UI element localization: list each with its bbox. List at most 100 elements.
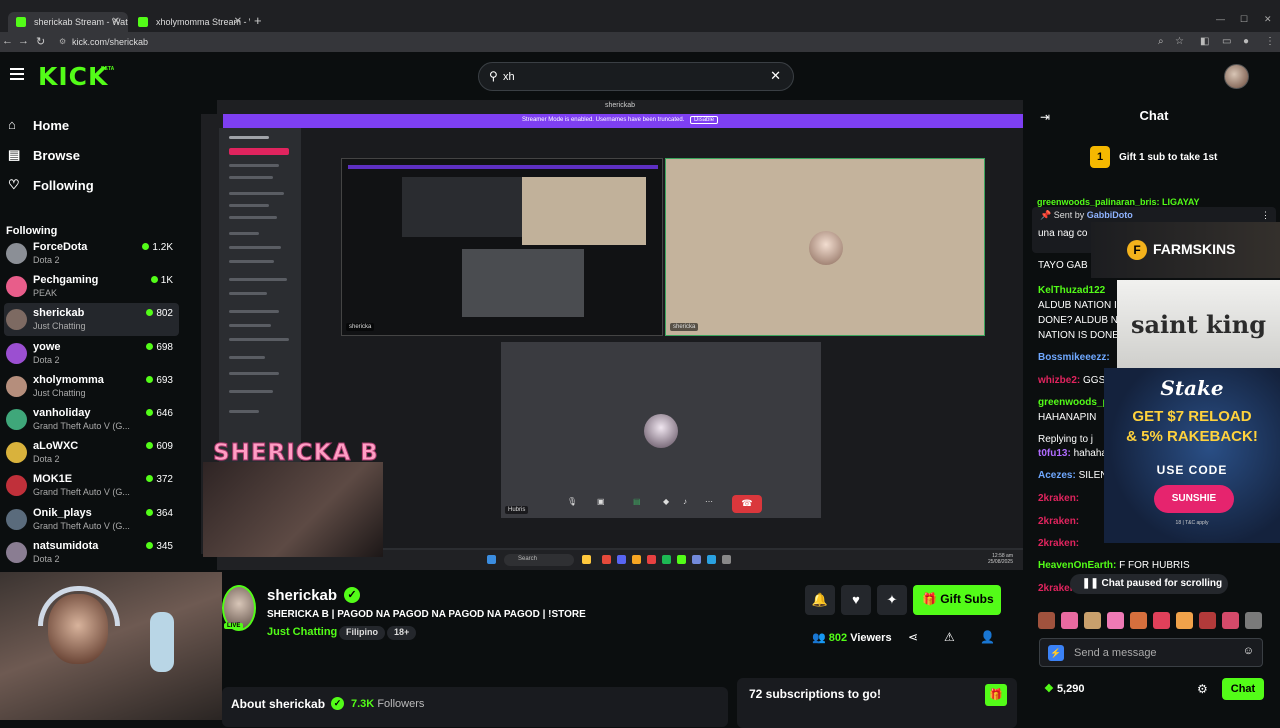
collapse-chat-icon[interactable]: ⇥: [1040, 110, 1050, 124]
browser-tab-sherickab[interactable]: sherickab Stream - Watch L ✕: [8, 12, 128, 32]
stake-ad[interactable]: Stake GET $7 RELOAD & 5% RAKEBACK! USE C…: [1104, 368, 1280, 543]
maximize-icon[interactable]: ☐: [1240, 14, 1248, 25]
emote[interactable]: [1061, 612, 1078, 629]
report-icon[interactable]: ⚠: [944, 630, 955, 644]
chat-message[interactable]: whizbe2: GGS: [1038, 375, 1105, 386]
chat-send-button[interactable]: Chat: [1222, 678, 1264, 700]
chat-message[interactable]: 2kraken:: [1038, 493, 1079, 504]
chat-message[interactable]: Bossmikeeezz:: [1038, 352, 1110, 363]
chat-text: SILEN: [1075, 470, 1108, 481]
sidebar-channel-yowe[interactable]: yowe Dota 2 698: [4, 337, 179, 370]
saint-king-ad[interactable]: saint king: [1117, 280, 1280, 368]
site-header: KICK BETA ⚲ ✕: [0, 52, 1280, 100]
sidebar-channel-natsumidota[interactable]: natsumidota Dota 2 345: [4, 536, 179, 569]
emoji-picker-icon[interactable]: ☺: [1243, 645, 1254, 657]
chat-message[interactable]: 2kraken:: [1038, 516, 1079, 527]
close-tab-icon[interactable]: ✕: [234, 16, 242, 27]
minimize-icon[interactable]: —: [1216, 14, 1225, 24]
sidepanel-icon[interactable]: ▭: [1222, 36, 1231, 47]
viewers-number: 345: [156, 540, 173, 552]
chat-message[interactable]: DONE? ALDUB NA: [1038, 315, 1125, 326]
chat-message[interactable]: HeavenOnEarth: F FOR HUBRIS: [1038, 560, 1190, 571]
sidebar-channel-sherickab[interactable]: sherickab Just Chatting 802: [4, 303, 179, 337]
tag-language[interactable]: Filipino: [339, 626, 385, 640]
sidebar-channel-forcedota[interactable]: ForceDota Dota 2 1.2K: [4, 237, 179, 270]
channel-points[interactable]: ❖ 5,290: [1044, 682, 1084, 695]
nav-browse[interactable]: ▤ Browse: [6, 143, 176, 169]
back-icon[interactable]: ←: [2, 35, 13, 47]
notifications-bell-button[interactable]: 🔔: [805, 585, 835, 615]
sidebar-channel-onik_plays[interactable]: Onik_plays Grand Theft Auto V (G... 364: [4, 503, 179, 536]
stake-code-button[interactable]: SUNSHIE: [1154, 485, 1234, 513]
menu-dots-icon[interactable]: ⋮: [1265, 36, 1275, 47]
sub-goal-gift-button[interactable]: 🎁: [985, 684, 1007, 706]
close-tab-icon[interactable]: ✕: [112, 16, 120, 27]
user-options-icon[interactable]: 👤: [980, 630, 995, 644]
sidebar-channel-pechgaming[interactable]: Pechgaming PEAK 1K: [4, 270, 179, 303]
address-bar[interactable]: ⚙ kick.com/sherickab: [56, 35, 1206, 50]
nav-home[interactable]: ⌂ Home: [6, 113, 176, 139]
chat-message[interactable]: ALDUB NATION IS: [1038, 300, 1123, 311]
search-input[interactable]: [503, 68, 763, 86]
chat-message[interactable]: HAHANAPIN: [1038, 412, 1096, 423]
chat-message[interactable]: NATION IS DONE?: [1038, 330, 1125, 341]
chat-message[interactable]: Replying to j: [1038, 434, 1093, 445]
nav-following[interactable]: ♡ Following: [6, 173, 176, 199]
chat-message[interactable]: greenwoods_p: [1038, 397, 1109, 408]
menu-icon[interactable]: [10, 68, 24, 80]
sidebar-channel-alowxc[interactable]: aLoWXC Dota 2 609: [4, 436, 179, 469]
channel-name[interactable]: sherickab: [267, 587, 337, 604]
chat-message[interactable]: TAYO GAB: [1038, 260, 1088, 271]
bookmark-star-icon[interactable]: ☆: [1175, 36, 1184, 47]
stream-player[interactable]: sherickab Streamer Mode is enabled. User…: [183, 100, 1028, 575]
emote[interactable]: [1107, 612, 1124, 629]
farmskins-logo-icon: F: [1127, 240, 1147, 260]
about-section: About sherickab ✓ 7.3K Followers: [222, 687, 728, 727]
gift-leaderboard-badge[interactable]: 1: [1090, 146, 1110, 168]
site-info-icon[interactable]: ⚙: [59, 37, 66, 46]
profile-icon[interactable]: ●: [1243, 36, 1249, 47]
emote[interactable]: [1038, 612, 1055, 629]
follow-heart-button[interactable]: ♥: [841, 585, 871, 615]
kick-logo[interactable]: KICK: [38, 62, 108, 91]
chat-input-box[interactable]: ⚡ ☺: [1039, 638, 1263, 667]
close-window-icon[interactable]: ✕: [1264, 14, 1272, 25]
chat-message[interactable]: KelThuzad122: [1038, 285, 1105, 296]
channel-name: yowe: [33, 340, 61, 353]
chat-message[interactable]: t0fu13: hahaha: [1038, 448, 1107, 459]
sidebar-channel-xholymomma[interactable]: xholymomma Just Chatting 693: [4, 370, 179, 403]
forward-icon[interactable]: →: [18, 35, 29, 47]
emote[interactable]: [1245, 612, 1262, 629]
emote[interactable]: [1222, 612, 1239, 629]
chat-message[interactable]: 2kraken:: [1038, 538, 1079, 549]
clear-search-icon[interactable]: ✕: [770, 68, 781, 84]
emote[interactable]: [1176, 612, 1193, 629]
extensions-icon[interactable]: ◧: [1200, 36, 1209, 47]
sidebar-channel-vanholiday[interactable]: vanholiday Grand Theft Auto V (G... 646: [4, 403, 179, 436]
chat-settings-icon[interactable]: ⚙: [1197, 682, 1208, 696]
emote[interactable]: [1199, 612, 1216, 629]
browser-tab-xholymomma[interactable]: xholymomma Stream - Watch L ✕: [130, 12, 250, 32]
farmskins-ad[interactable]: F FARMSKINS: [1091, 222, 1280, 278]
user-avatar[interactable]: [1224, 64, 1249, 89]
emote[interactable]: [1130, 612, 1147, 629]
stream-category-link[interactable]: Just Chatting: [267, 626, 337, 638]
zoom-icon[interactable]: ⌕: [1158, 36, 1164, 47]
search-bar[interactable]: ⚲ ✕: [478, 62, 794, 91]
share-icon[interactable]: ⋖: [908, 630, 918, 644]
emote[interactable]: [1084, 612, 1101, 629]
gift-subs-button[interactable]: 🎁 Gift Subs: [913, 585, 1001, 615]
tag-mature[interactable]: 18+: [387, 626, 417, 640]
kick-chat-icon[interactable]: ⚡: [1048, 645, 1064, 661]
chat-message[interactable]: 2kraker: [1038, 583, 1074, 594]
gift-leaderboard-text[interactable]: Gift 1 sub to take 1st: [1119, 152, 1217, 163]
new-tab-icon[interactable]: +: [254, 13, 262, 28]
sidebar-channel-mok1e[interactable]: MOK1E Grand Theft Auto V (G... 372: [4, 469, 179, 502]
clip-sparkle-button[interactable]: ✦: [877, 585, 907, 615]
emote[interactable]: [1153, 612, 1170, 629]
reload-icon[interactable]: ↻: [36, 35, 45, 48]
chat-paused-button[interactable]: ❚❚ Chat paused for scrolling: [1070, 574, 1228, 594]
pinned-options-icon[interactable]: ⋮: [1261, 210, 1270, 221]
chat-message[interactable]: Acezes: SILEN: [1038, 470, 1108, 481]
chat-input[interactable]: [1074, 645, 1234, 661]
